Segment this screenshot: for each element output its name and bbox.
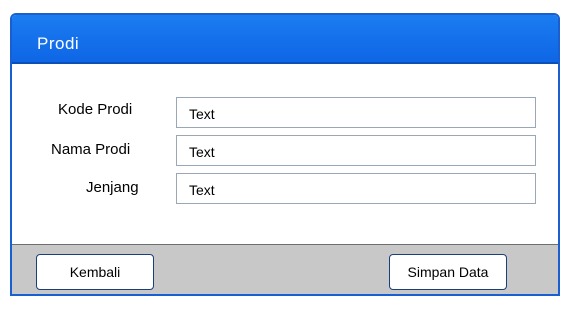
window-title: Prodi: [37, 34, 80, 53]
kode-prodi-label: Kode Prodi: [58, 101, 133, 118]
nama-prodi-label: Nama Prodi: [51, 141, 131, 158]
jenjang-input[interactable]: Text: [176, 173, 536, 204]
prodi-window: Prodi Kode Prodi Text Nama Prodi Text Je…: [10, 13, 560, 296]
kode-prodi-input[interactable]: Text: [176, 97, 536, 128]
title-bar: Prodi: [12, 15, 558, 64]
save-button[interactable]: Simpan Data: [389, 254, 507, 290]
nama-prodi-input[interactable]: Text: [176, 135, 536, 166]
jenjang-label: Jenjang: [86, 179, 139, 196]
back-button[interactable]: Kembali: [36, 254, 154, 290]
button-bar: Kembali Simpan Data: [12, 244, 558, 294]
